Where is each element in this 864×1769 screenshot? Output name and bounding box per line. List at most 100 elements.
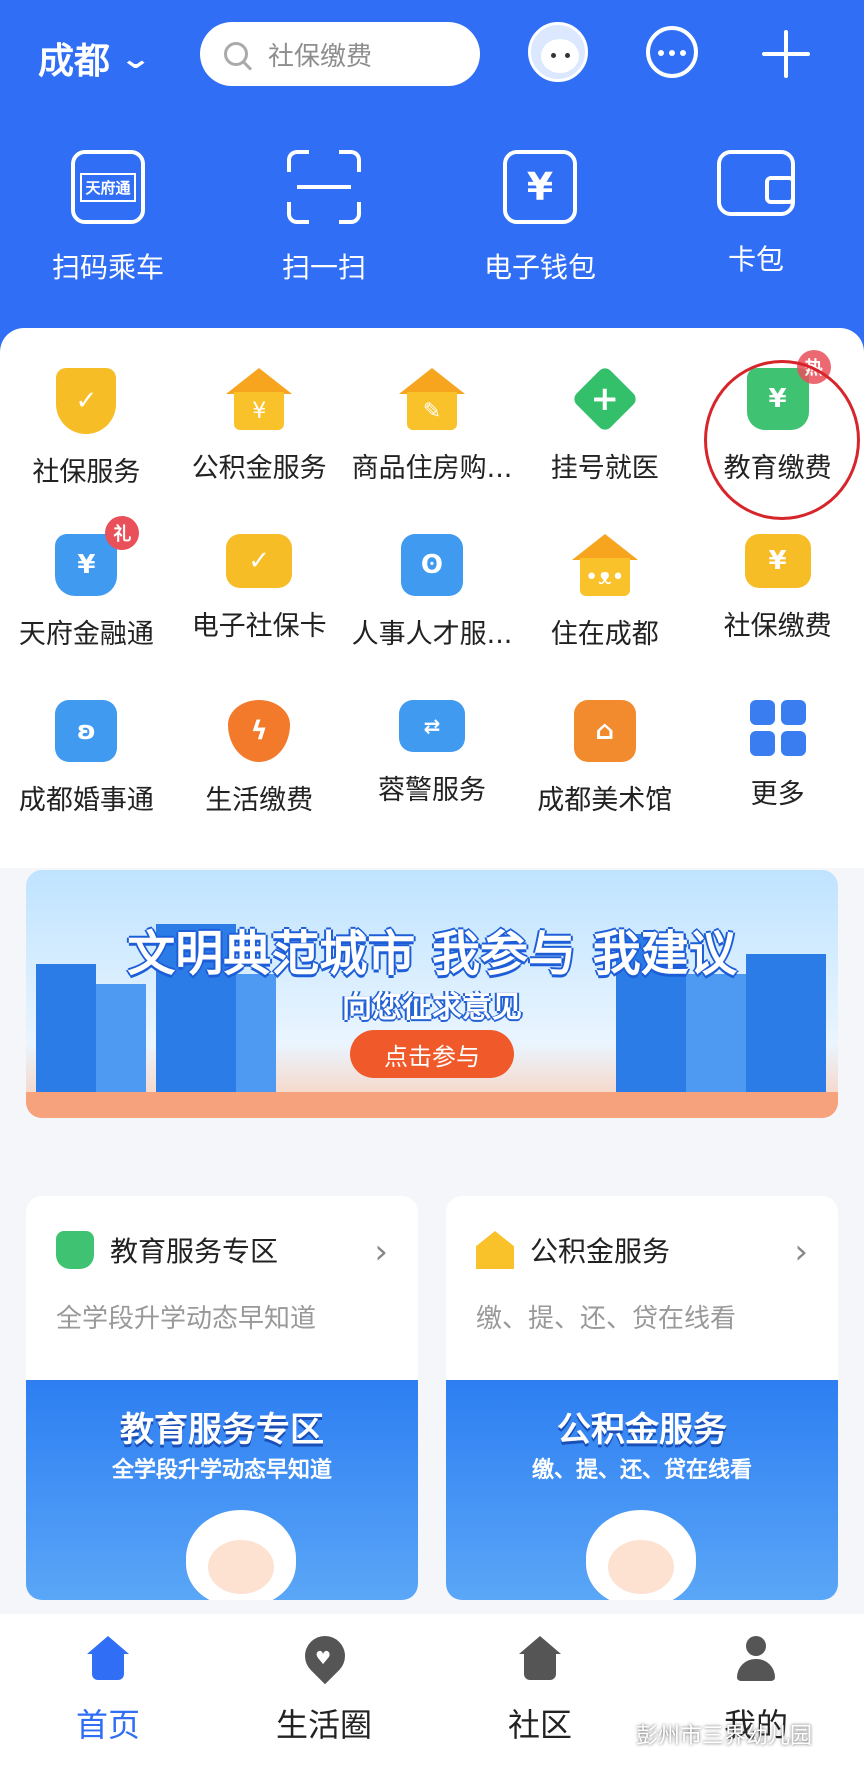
- hand-coin-icon: ¥: [744, 534, 811, 588]
- service-e-social-card[interactable]: ✓ 电子社保卡: [173, 534, 346, 700]
- quick-action-label: 扫一扫: [281, 251, 366, 284]
- service-tianfu-finance[interactable]: ¥ 礼 天府金融通: [0, 516, 173, 700]
- quick-action-wallet[interactable]: ¥ 电子钱包: [432, 150, 648, 286]
- money-bag-icon: ¥ 礼: [55, 516, 140, 596]
- message-bubble-icon[interactable]: [646, 26, 698, 78]
- quick-action-label: 电子钱包: [483, 251, 596, 284]
- tianfutong-ride-icon: 天府通: [71, 150, 145, 224]
- service-live-in-chengdu[interactable]: •ᴥ• 住在成都: [518, 534, 691, 700]
- house-panda-icon: •ᴥ•: [571, 534, 638, 596]
- museum-icon: ⌂: [573, 700, 636, 762]
- card-housing-fund[interactable]: 公积金服务 › 缴、提、还、贷在线看 公积金服务 缴、提、还、贷在线看: [446, 1196, 838, 1600]
- quick-action-cardpack[interactable]: 卡包: [648, 150, 864, 286]
- medical-cross-icon: +: [570, 365, 639, 433]
- nav-label: 社区: [507, 1706, 572, 1744]
- service-label: 住在成都: [550, 619, 659, 650]
- service-label: 社保缴费: [723, 611, 832, 642]
- card-education-zone[interactable]: 教育服务专区 › 全学段升学动态早知道 教育服务专区 全学段升学动态早知道: [26, 1196, 418, 1600]
- yuan-wallet-icon: ¥: [503, 150, 577, 224]
- card-wallet-icon: [717, 150, 795, 216]
- quick-action-label: 卡包: [727, 243, 784, 276]
- chevron-down-icon: ⌄: [119, 41, 153, 75]
- nav-label: 首页: [75, 1706, 140, 1744]
- card-subtitle: 缴、提、还、贷在线看: [476, 1304, 737, 1334]
- service-marriage[interactable]: ʚ 成都婚事通: [0, 700, 173, 866]
- service-housing-fund[interactable]: ¥ 公积金服务: [173, 368, 346, 534]
- police-id-icon: ⇄: [398, 700, 465, 752]
- service-label: 商品住房购...: [351, 453, 513, 484]
- card-image: 教育服务专区 全学段升学动态早知道: [26, 1380, 418, 1600]
- mascot-image: [586, 1510, 696, 1600]
- chevron-right-icon: ›: [374, 1232, 388, 1272]
- nav-home[interactable]: 首页: [0, 1614, 216, 1769]
- search-bar[interactable]: 社保缴费: [200, 22, 480, 86]
- service-social-security[interactable]: ✓ 社保服务: [0, 368, 173, 534]
- nav-label: 生活圈: [275, 1706, 372, 1744]
- avatar[interactable]: [528, 22, 588, 82]
- card-image: 公积金服务 缴、提、还、贷在线看: [446, 1380, 838, 1600]
- chevron-right-icon: ›: [794, 1232, 808, 1272]
- quick-action-scan[interactable]: 扫一扫: [216, 150, 432, 286]
- service-hospital-booking[interactable]: + 挂号就医: [518, 365, 691, 534]
- promo-banner[interactable]: 文明典范城市 我参与 我建议 向您征求意见 点击参与: [26, 870, 838, 1118]
- card-title: 公积金服务: [530, 1235, 671, 1268]
- social-card-icon: ✓: [226, 534, 293, 588]
- service-label: 人事人才服...: [351, 619, 513, 650]
- service-label: 公积金服务: [191, 453, 327, 484]
- lightning-drop-icon: ϟ: [228, 700, 291, 762]
- city-label: 成都: [38, 41, 111, 82]
- watermark: 彭州市三界幼儿园: [636, 1724, 813, 1749]
- service-social-payment[interactable]: ¥ 社保缴费: [691, 534, 864, 700]
- mascot-eye: [565, 53, 570, 58]
- gift-badge: 礼: [105, 516, 140, 550]
- nav-life-circle[interactable]: ♥ 生活圈: [216, 1614, 432, 1769]
- service-label: 挂号就医: [550, 453, 659, 484]
- scan-icon: [287, 150, 361, 224]
- highlight-circle: [704, 360, 860, 520]
- service-label: 成都婚事通: [18, 785, 154, 816]
- house-yuan-icon: ¥: [226, 368, 293, 430]
- service-label: 生活缴费: [205, 785, 314, 816]
- service-label: 电子社保卡: [191, 611, 327, 642]
- marriage-icon: ʚ: [55, 700, 118, 762]
- header: 成都 ⌄ 社保缴费 天府通 扫码乘车 扫一扫 ¥ 电子钱包 卡包: [0, 0, 864, 360]
- card-image-subtitle: 缴、提、还、贷在线看: [531, 1458, 752, 1483]
- grid-more-icon: [749, 700, 806, 756]
- nav-community[interactable]: 社区: [432, 1614, 648, 1769]
- banner-title: 文明典范城市 我参与 我建议: [127, 926, 737, 982]
- quick-action-label: 扫码乘车: [51, 251, 164, 284]
- card-image-title: 公积金服务: [557, 1410, 727, 1450]
- card-image-subtitle: 全学段升学动态早知道: [111, 1458, 332, 1483]
- service-hr-talent[interactable]: ʘ 人事人才服...: [346, 534, 519, 700]
- city-selector[interactable]: 成都 ⌄: [38, 28, 152, 88]
- search-placeholder: 社保缴费: [268, 41, 373, 72]
- service-more[interactable]: 更多: [691, 700, 864, 866]
- plus-icon[interactable]: [762, 30, 810, 78]
- card-image-title: 教育服务专区: [120, 1410, 324, 1450]
- service-commercial-housing[interactable]: ✎ 商品住房购...: [346, 368, 519, 534]
- home-icon: [85, 1636, 131, 1682]
- service-label: 天府金融通: [18, 619, 154, 650]
- shield-check-icon: ✓: [56, 368, 117, 434]
- heart-pin-icon: ♥: [296, 1627, 354, 1685]
- service-label: 成都美术馆: [537, 785, 673, 816]
- card-subtitle: 全学段升学动态早知道: [56, 1304, 317, 1334]
- service-label: 社保服务: [32, 457, 141, 488]
- service-label: 蓉警服务: [377, 775, 486, 806]
- mascot-face: [541, 39, 579, 73]
- service-police[interactable]: ⇄ 蓉警服务: [346, 700, 519, 866]
- service-utility-payment[interactable]: ϟ 生活缴费: [173, 700, 346, 866]
- service-art-museum[interactable]: ⌂ 成都美术馆: [518, 700, 691, 866]
- banner-cta-button[interactable]: 点击参与: [350, 1030, 514, 1078]
- house-pen-icon: ✎: [398, 368, 465, 430]
- quick-action-ride[interactable]: 天府通 扫码乘车: [0, 150, 216, 286]
- quick-actions: 天府通 扫码乘车 扫一扫 ¥ 电子钱包 卡包: [0, 150, 864, 286]
- education-bag-icon: [56, 1231, 94, 1269]
- search-icon: [224, 42, 248, 66]
- talent-service-icon: ʘ: [400, 534, 463, 596]
- community-house-icon: [517, 1636, 563, 1682]
- mascot-image: [186, 1510, 296, 1600]
- card-title: 教育服务专区: [110, 1235, 279, 1268]
- service-label: 更多: [750, 779, 805, 810]
- banner-subtitle: 向您征求意见: [342, 990, 522, 1025]
